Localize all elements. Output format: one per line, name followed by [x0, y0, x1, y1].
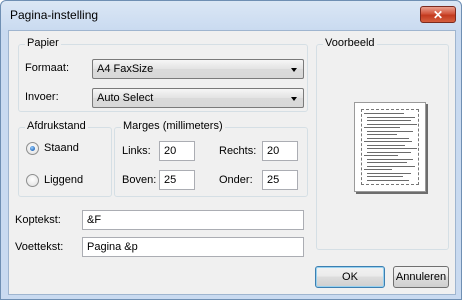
ok-button[interactable]: OK — [315, 266, 385, 288]
preview-text-line — [364, 141, 412, 142]
dialog-title: Pagina-instelling — [10, 8, 99, 22]
portrait-radio[interactable] — [26, 142, 39, 155]
preview-text-line — [367, 123, 417, 125]
preview-text-line — [364, 127, 400, 128]
preview-text-line — [364, 155, 398, 156]
footer-label: Voettekst: — [15, 241, 64, 253]
preview-text-line — [367, 134, 397, 135]
header-value: &F — [87, 214, 102, 226]
preview-text-line — [367, 148, 417, 149]
margin-right-value: 20 — [267, 145, 280, 157]
margin-right-label: Rechts: — [219, 145, 257, 157]
orientation-group: Afdrukstand Staand Liggend — [18, 120, 112, 197]
landscape-radio[interactable] — [26, 174, 39, 187]
footer-value: Pagina &p — [87, 241, 138, 253]
format-value: A4 FaxSize — [97, 63, 154, 75]
format-select[interactable]: A4 FaxSize — [92, 59, 304, 79]
preview-group-label: Voorbeeld — [323, 37, 377, 49]
page-preview — [354, 102, 426, 192]
paper-group-label: Papier — [25, 37, 61, 49]
paper-group: Papier Formaat: A4 FaxSize Invoer: Auto … — [18, 37, 308, 112]
preview-text-line — [367, 151, 411, 153]
source-label: Invoer: — [25, 91, 59, 103]
margin-bottom-value: 25 — [267, 174, 280, 186]
preview-text-line — [367, 130, 413, 132]
page-preview-margins — [361, 109, 419, 185]
source-select[interactable]: Auto Select — [92, 88, 304, 108]
close-button[interactable]: ✕ — [420, 6, 456, 23]
preview-text-line — [367, 158, 413, 160]
preview-text-line — [364, 113, 404, 114]
preview-group: Voorbeeld — [316, 37, 449, 250]
preview-text-line — [367, 144, 405, 146]
landscape-label[interactable]: Liggend — [44, 174, 83, 186]
margin-bottom-label: Onder: — [219, 174, 253, 186]
margin-right-input[interactable]: 20 — [262, 141, 298, 161]
title-bar[interactable]: Pagina-instelling ✕ — [1, 1, 461, 29]
format-label: Formaat: — [25, 62, 70, 74]
chevron-down-icon — [291, 68, 297, 72]
margin-top-label: Boven: — [122, 174, 157, 186]
close-icon: ✕ — [432, 7, 444, 22]
margin-left-value: 20 — [164, 145, 177, 157]
preview-text-line — [367, 172, 411, 174]
margins-group: Marges (millimeters) Links: 20 Rechts: 2… — [114, 120, 308, 197]
chevron-down-icon — [291, 97, 297, 101]
portrait-label[interactable]: Staand — [44, 142, 79, 154]
preview-text-line — [367, 165, 415, 167]
radio-selected-dot — [30, 146, 35, 151]
margin-top-input[interactable]: 25 — [159, 170, 195, 190]
margin-left-label: Links: — [122, 145, 151, 157]
margins-group-label: Marges (millimeters) — [121, 120, 225, 132]
source-value: Auto Select — [97, 92, 154, 104]
header-label: Koptekst: — [15, 214, 61, 226]
preview-text-line — [364, 169, 392, 170]
preview-text-line — [367, 137, 409, 139]
dialog-body: Papier Formaat: A4 FaxSize Invoer: Auto … — [8, 30, 456, 295]
orientation-group-label: Afdrukstand — [25, 120, 88, 132]
preview-text-line — [367, 176, 403, 177]
header-input[interactable]: &F — [82, 210, 304, 230]
footer-input[interactable]: Pagina &p — [82, 237, 304, 257]
margin-bottom-input[interactable]: 25 — [262, 170, 298, 190]
preview-text-line — [367, 120, 411, 121]
margin-left-input[interactable]: 20 — [159, 141, 195, 161]
margin-top-value: 25 — [164, 174, 177, 186]
preview-text-line — [367, 116, 415, 118]
preview-text-line — [367, 179, 409, 181]
cancel-button[interactable]: Annuleren — [393, 266, 449, 288]
preview-text-line — [367, 162, 407, 163]
page-setup-dialog: Pagina-instelling ✕ Papier Formaat: A4 F… — [0, 0, 462, 300]
